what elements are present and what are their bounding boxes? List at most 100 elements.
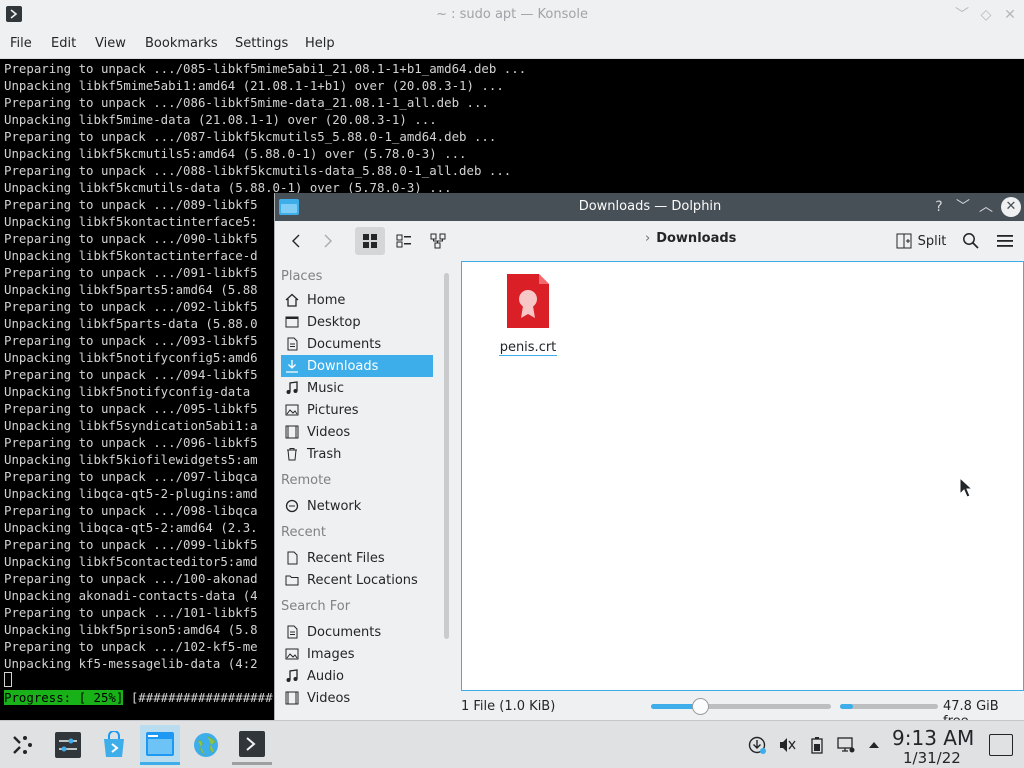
network-wired-icon[interactable]: [836, 735, 856, 755]
terminal-line: Preparing to unpack .../090-libkf5: [4, 231, 258, 246]
search-videos[interactable]: Videos: [281, 687, 433, 709]
application-launcher[interactable]: [2, 725, 42, 765]
menu-help[interactable]: Help: [305, 36, 335, 51]
terminal-line: Unpacking libkf5notifyconfig-data: [4, 384, 251, 399]
split-button-label: Split: [917, 233, 947, 249]
place-network[interactable]: Network: [281, 495, 433, 517]
menu-settings[interactable]: Settings: [235, 36, 288, 51]
help-icon[interactable]: ?: [929, 197, 949, 217]
minimize-icon[interactable]: ﹀: [953, 197, 973, 217]
terminal-line: Preparing to unpack .../087-libkf5kcmuti…: [4, 129, 497, 144]
compact-view-button[interactable]: [389, 227, 419, 255]
mouse-cursor-icon: [959, 477, 973, 498]
home-icon: [285, 293, 299, 307]
terminal-line: Preparing to unpack .../098-libqca: [4, 503, 258, 518]
place-label: Documents: [307, 336, 382, 352]
taskbar-discover[interactable]: [94, 725, 134, 765]
file-item[interactable]: penis.crt: [498, 272, 558, 356]
close-icon[interactable]: ✕: [1001, 197, 1021, 217]
dolphin-title: Downloads — Dolphin: [578, 199, 722, 214]
menu-bookmarks[interactable]: Bookmarks: [145, 36, 218, 51]
terminal-line: Preparing to unpack .../089-libkf5: [4, 197, 258, 212]
zoom-slider[interactable]: [651, 698, 831, 715]
documents-icon: [285, 625, 299, 639]
place-home[interactable]: Home: [281, 289, 433, 311]
file-view[interactable]: penis.crt: [461, 261, 1024, 691]
zoom-slider-handle[interactable]: [691, 698, 709, 715]
terminal-line: Preparing to unpack .../094-libkf5: [4, 367, 258, 382]
taskbar: 9:13 AM 1/31/22: [0, 720, 1024, 768]
dolphin-toolbar: › Downloads Split: [275, 221, 1024, 261]
place-downloads[interactable]: Downloads: [281, 355, 433, 377]
search-documents[interactable]: Documents: [281, 621, 433, 643]
terminal-line: Preparing to unpack .../100-akonad: [4, 571, 258, 586]
place-label: Music: [307, 380, 344, 396]
clock-date[interactable]: 1/31/22: [903, 749, 961, 767]
terminal-line: Unpacking libkf5syndication5abi1:a: [4, 418, 258, 433]
search-images[interactable]: Images: [281, 643, 433, 665]
show-desktop-button[interactable]: [989, 734, 1013, 756]
taskbar-konsole[interactable]: [232, 725, 272, 765]
chevron-right-icon: [324, 234, 332, 248]
close-icon[interactable]: ✕: [1001, 6, 1019, 24]
restore-icon[interactable]: ◇: [977, 6, 995, 24]
terminal-line: Unpacking libkf5kiofilewidgets5:am: [4, 452, 258, 467]
dolphin-titlebar[interactable]: Downloads — Dolphin ? ﹀ ︿ ✕: [275, 193, 1024, 221]
volume-muted-icon[interactable]: [777, 735, 797, 755]
place-label: Documents: [307, 624, 382, 640]
search-button[interactable]: [957, 227, 985, 255]
breadcrumb[interactable]: › Downloads: [645, 231, 736, 246]
terminal-line: Unpacking akonadi-contacts-data (4: [4, 588, 258, 603]
network-icon: [285, 499, 299, 513]
taskbar-system-settings[interactable]: [48, 725, 88, 765]
menu-view[interactable]: View: [95, 36, 126, 51]
place-music[interactable]: Music: [281, 377, 433, 399]
launcher-icon: [13, 736, 32, 754]
konsole-titlebar[interactable]: ~ : sudo apt — Konsole ﹀ ◇ ✕: [0, 0, 1024, 30]
videos-icon: [285, 691, 299, 705]
terminal-line: Preparing to unpack .../102-kf5-me: [4, 639, 258, 654]
terminal-progress-line: Progress: [ 25%] [##################: [4, 689, 273, 706]
forward-button[interactable]: [315, 227, 341, 255]
terminal-line: Unpacking libkf5kontactinterface5:: [4, 214, 258, 229]
clock-time[interactable]: 9:13 AM: [892, 726, 974, 750]
battery-icon[interactable]: [807, 735, 827, 755]
taskbar-dolphin[interactable]: [140, 725, 180, 765]
update-notifier-icon[interactable]: [747, 735, 767, 755]
details-view-button[interactable]: [423, 227, 453, 255]
search-audio[interactable]: Audio: [281, 665, 433, 687]
tray-expand-icon[interactable]: [864, 735, 884, 755]
places-scrollbar[interactable]: [444, 273, 449, 639]
place-trash[interactable]: Trash: [281, 443, 433, 465]
terminal-line: Preparing to unpack .../097-libqca: [4, 469, 258, 484]
recent-locations-icon: [285, 573, 299, 587]
remote-section-heading: Remote: [281, 473, 332, 488]
back-button[interactable]: [283, 227, 309, 255]
icons-view-button[interactable]: [355, 227, 385, 255]
recent-files-icon: [285, 551, 299, 565]
place-recent-locations[interactable]: Recent Locations: [281, 569, 433, 591]
place-label: Downloads: [307, 358, 379, 374]
videos-icon: [285, 425, 299, 439]
split-button[interactable]: Split: [891, 227, 951, 255]
place-desktop[interactable]: Desktop: [281, 311, 433, 333]
minimize-icon[interactable]: ﹀: [953, 6, 971, 24]
menu-file[interactable]: File: [10, 36, 32, 51]
place-documents[interactable]: Documents: [281, 333, 433, 355]
menu-edit[interactable]: Edit: [51, 36, 76, 51]
place-label: Trash: [307, 446, 342, 462]
terminal-line: Preparing to unpack .../088-libkf5kcmuti…: [4, 163, 512, 178]
breadcrumb-current[interactable]: Downloads: [656, 231, 736, 246]
place-recent-files[interactable]: Recent Files: [281, 547, 433, 569]
documents-icon: [285, 337, 299, 351]
settings-icon: [55, 732, 81, 758]
place-videos[interactable]: Videos: [281, 421, 433, 443]
dolphin-window: Downloads — Dolphin ? ﹀ ︿ ✕ › Downloads S…: [274, 193, 1024, 729]
tree-view-icon: [430, 233, 446, 249]
terminal-icon: [239, 730, 265, 757]
maximize-icon[interactable]: ︿: [976, 197, 996, 217]
hamburger-menu-button[interactable]: [991, 227, 1019, 255]
place-pictures[interactable]: Pictures: [281, 399, 433, 421]
terminal-line: Preparing to unpack .../086-libkf5mime-d…: [4, 95, 489, 110]
taskbar-web-browser[interactable]: [186, 725, 226, 765]
